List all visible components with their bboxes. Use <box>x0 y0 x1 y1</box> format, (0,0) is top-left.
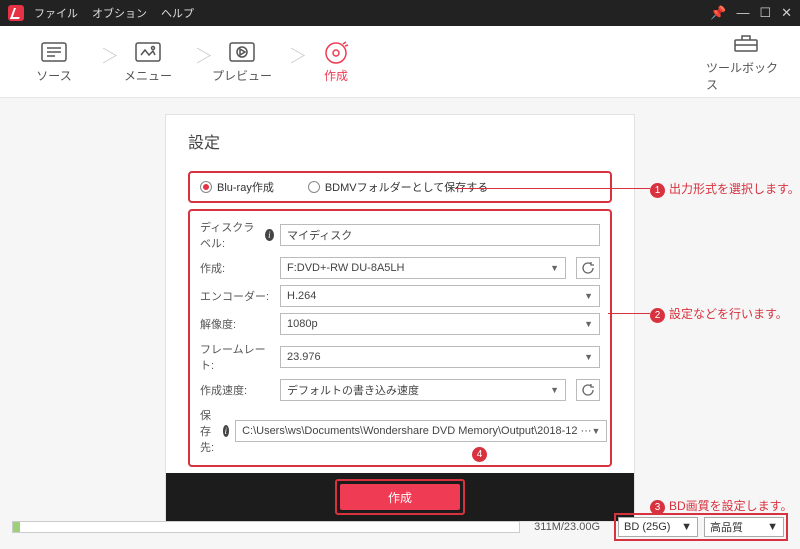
toolbox-button[interactable]: ツールボックス <box>706 31 786 93</box>
radio-bdmv[interactable]: BDMVフォルダーとして保存する <box>308 179 488 195</box>
step-label: メニュー <box>124 67 172 84</box>
speed-select[interactable]: デフォルトの書き込み速度▼ <box>280 379 566 401</box>
step-menu[interactable]: メニュー <box>108 40 188 84</box>
bd-quality-select[interactable]: 高品質▼ <box>704 517 784 537</box>
annotation-1: 1出力形式を選択します。 <box>650 180 800 198</box>
toolbox-icon <box>733 31 759 56</box>
radio-dot-icon <box>200 181 212 193</box>
progress-fill <box>13 522 20 532</box>
close-icon[interactable]: ✕ <box>781 5 792 21</box>
step-preview[interactable]: プレビュー <box>202 40 282 84</box>
chevron-down-icon: ▼ <box>584 319 593 329</box>
size-text: 311M/23.00G <box>534 521 600 533</box>
size-progress <box>12 521 520 533</box>
step-label: ソース <box>36 67 71 84</box>
annotation-2: 2設定などを行います。 <box>650 305 788 323</box>
chevron-down-icon: ▼ <box>681 521 692 533</box>
output-format-row: Blu-ray作成 BDMVフォルダーとして保存する <box>188 171 612 203</box>
pin-icon[interactable]: 📌 <box>710 5 726 21</box>
chevron-icon <box>188 42 202 82</box>
chevron-down-icon: ▼ <box>767 521 778 533</box>
label-framerate: フレームレート: <box>200 341 274 373</box>
refresh-button[interactable] <box>576 379 600 401</box>
settings-box: ディスクラベル:i 作成: F:DVD+-RW DU-8A5LH▼ エンコーダー… <box>188 209 612 467</box>
step-nav: ソース メニュー プレビュー 作成 ツールボックス <box>0 26 800 98</box>
bd-capacity-select[interactable]: BD (25G)▼ <box>618 517 698 537</box>
step-source[interactable]: ソース <box>14 40 94 84</box>
annotation-line <box>608 313 650 314</box>
label-saveto: 保存先:i <box>200 407 229 455</box>
radio-label: Blu-ray作成 <box>217 179 274 195</box>
chevron-down-icon: ▼ <box>584 291 593 301</box>
create-button[interactable]: 作成 <box>340 484 460 510</box>
encoder-select[interactable]: H.264▼ <box>280 285 600 307</box>
menu-options[interactable]: オブション <box>92 5 147 21</box>
menu-icon <box>134 40 162 64</box>
menu-file[interactable]: ファイル <box>34 5 78 21</box>
saveto-select[interactable]: C:\Users\ws\Documents\Wondershare DVD Me… <box>235 420 607 442</box>
minimize-icon[interactable]: — <box>736 5 749 21</box>
info-icon[interactable]: i <box>223 425 230 437</box>
info-icon[interactable]: i <box>265 229 274 241</box>
annotation-4: 4 <box>472 446 491 462</box>
bottom-bar: 311M/23.00G BD (25G)▼ 高品質▼ <box>0 513 800 541</box>
chevron-icon <box>282 42 296 82</box>
chevron-down-icon: ▼ <box>584 352 593 362</box>
framerate-select[interactable]: 23.976▼ <box>280 346 600 368</box>
radio-bluray[interactable]: Blu-ray作成 <box>200 179 274 195</box>
refresh-button[interactable] <box>576 257 600 279</box>
radio-dot-icon <box>308 181 320 193</box>
chevron-icon <box>94 42 108 82</box>
chevron-down-icon: ▼ <box>592 426 601 436</box>
step-create[interactable]: 作成 <box>296 40 376 84</box>
radio-label: BDMVフォルダーとして保存する <box>325 179 488 195</box>
panel-title: 設定 <box>188 129 612 153</box>
label-resolution: 解像度: <box>200 316 274 332</box>
app-logo <box>8 5 24 21</box>
maximize-icon[interactable]: ☐ <box>759 5 771 21</box>
resolution-select[interactable]: 1080p▼ <box>280 313 600 335</box>
chevron-down-icon: ▼ <box>550 263 559 273</box>
annotation-line <box>455 188 650 189</box>
label-create: 作成: <box>200 260 274 276</box>
toolbox-label: ツールボックス <box>706 59 786 93</box>
menu-help[interactable]: ヘルプ <box>161 5 194 21</box>
titlebar: ファイル オブション ヘルプ 📌 — ☐ ✕ <box>0 0 800 26</box>
step-label: プレビュー <box>212 67 272 84</box>
step-label: 作成 <box>324 67 348 84</box>
preview-icon <box>228 40 256 64</box>
disc-icon <box>322 40 350 64</box>
create-select[interactable]: F:DVD+-RW DU-8A5LH▼ <box>280 257 566 279</box>
disclabel-input[interactable] <box>280 224 600 246</box>
source-icon <box>40 40 68 64</box>
settings-panel: 設定 Blu-ray作成 BDMVフォルダーとして保存する ディスクラベル:i … <box>165 114 635 522</box>
chevron-down-icon: ▼ <box>550 385 559 395</box>
label-encoder: エンコーダー: <box>200 288 274 304</box>
label-speed: 作成速度: <box>200 382 274 398</box>
label-disclabel: ディスクラベル:i <box>200 219 274 251</box>
